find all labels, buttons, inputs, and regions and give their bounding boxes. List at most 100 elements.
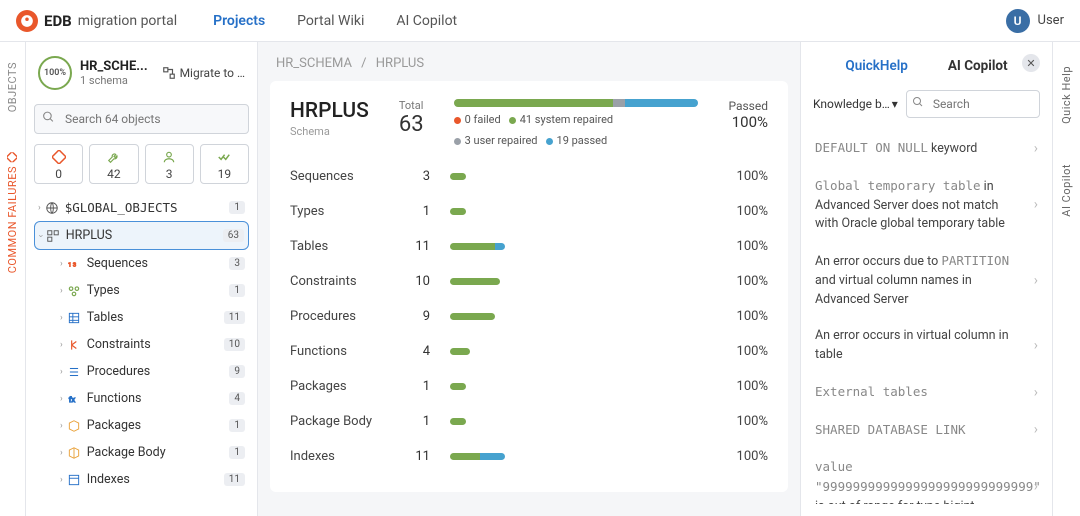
brand-suffix: migration portal — [78, 13, 177, 29]
row-types[interactable]: Types1100% — [290, 194, 768, 229]
functions-node[interactable]: ›fxFunctions4 — [34, 385, 249, 412]
constraints-node[interactable]: ›Constraints10 — [34, 331, 249, 358]
logo[interactable]: EDB migration portal — [16, 10, 177, 32]
row-procedures[interactable]: Procedures9100% — [290, 299, 768, 334]
kb-item-3[interactable]: An error occurs in virtual column in tab… — [813, 318, 1040, 374]
kb-item-5[interactable]: SHARED DATABASE LINK — [813, 412, 1040, 450]
legend: 0 failed 41 system repaired 3 user repai… — [454, 113, 699, 147]
row-tables[interactable]: Tables11100% — [290, 229, 768, 264]
sidebar: 100% HR_SCHE... 1 schema Migrate to … 04… — [26, 42, 258, 516]
indexes-node[interactable]: ›Indexes11 — [34, 466, 249, 493]
filter-chips: 042319 — [34, 144, 249, 184]
schema-title: HRPLUS — [290, 99, 369, 123]
right-rail: Quick Help AI Copilot — [1052, 42, 1080, 516]
migrate-button[interactable]: Migrate to … — [162, 66, 245, 80]
chevron-right-icon: › — [60, 340, 63, 350]
kb-item-4[interactable]: External tables — [813, 374, 1040, 412]
checks-icon — [217, 149, 231, 165]
filter-checks[interactable]: 19 — [200, 144, 249, 184]
kb-item-0[interactable]: DEFAULT ON NULL keyword — [813, 130, 1040, 168]
kb-item-2[interactable]: An error occurs due to PARTITION and vir… — [813, 243, 1040, 318]
nav-ai[interactable]: AI Copilot — [396, 13, 457, 29]
nav-tabs: Projects Portal Wiki AI Copilot — [213, 13, 457, 29]
chevron-down-icon: › — [35, 234, 45, 237]
project-header: 100% HR_SCHE... 1 schema Migrate to … — [34, 52, 249, 100]
tab-quickhelp[interactable]: QuickHelp — [845, 58, 907, 74]
tab-ai-copilot[interactable]: AI Copilot — [948, 58, 1008, 74]
main-panel: HR_SCHEMA / HRPLUS HRPLUS Schema Total 6… — [258, 42, 800, 516]
filter-person[interactable]: 3 — [145, 144, 194, 184]
types-node[interactable]: ›Types1 — [34, 277, 249, 304]
chevron-right-icon: › — [38, 203, 41, 213]
row-sequences[interactable]: Sequences3100% — [290, 159, 768, 194]
nav-projects[interactable]: Projects — [213, 13, 265, 29]
total-value: 63 — [399, 112, 424, 137]
globe-icon — [45, 201, 59, 215]
svg-text:1 3: 1 3 — [68, 262, 76, 268]
tab-common-failures[interactable]: COMMON FAILURES — [6, 152, 19, 273]
chevron-right-icon: › — [60, 286, 63, 296]
project-sub: 1 schema — [80, 74, 148, 87]
user-name: User — [1038, 13, 1064, 28]
search-icon — [42, 111, 55, 128]
chevron-right-icon: › — [60, 259, 63, 269]
chevron-right-icon: › — [60, 448, 63, 458]
row-packages[interactable]: Packages1100% — [290, 369, 768, 404]
breadcrumb: HR_SCHEMA / HRPLUS — [270, 52, 788, 81]
tree-hrplus[interactable]: › HRPLUS 63 — [34, 221, 249, 250]
row-constraints[interactable]: Constraints10100% — [290, 264, 768, 299]
row-indexes[interactable]: Indexes11100% — [290, 439, 768, 474]
rail-quickhelp[interactable]: Quick Help — [1060, 66, 1073, 124]
tab-objects[interactable]: OBJECTS — [6, 62, 19, 112]
progress-ring: 100% — [38, 56, 72, 90]
left-rail: OBJECTS COMMON FAILURES — [0, 42, 26, 516]
diamond-icon — [8, 152, 18, 162]
chevron-down-icon: ▾ — [892, 97, 898, 111]
kb-dropdown[interactable]: Knowledge b… ▾ — [813, 90, 898, 118]
project-title: HR_SCHE... — [80, 59, 148, 74]
tables-node[interactable]: ›Tables11 — [34, 304, 249, 331]
filter-wrench[interactable]: 42 — [89, 144, 138, 184]
row-package-body[interactable]: Package Body1100% — [290, 404, 768, 439]
rail-ai-copilot[interactable]: AI Copilot — [1060, 164, 1073, 217]
summary-bar — [454, 99, 699, 107]
passed-value: 100% — [728, 113, 768, 131]
passed-label: Passed — [728, 99, 768, 113]
wrench-icon — [107, 149, 121, 165]
person-icon — [162, 149, 176, 165]
user-box[interactable]: U User — [1006, 9, 1064, 33]
help-panel: QuickHelp AI Copilot ✕ Knowledge b… ▾ DE… — [800, 42, 1052, 516]
chevron-right-icon: › — [60, 367, 63, 377]
tree-global[interactable]: › $GLOBAL_OBJECTS 1 — [34, 194, 249, 221]
logo-icon — [16, 10, 38, 32]
packages-node[interactable]: ›Packages1 — [34, 412, 249, 439]
kb-item-1[interactable]: Global temporary table in Advanced Serve… — [813, 168, 1040, 243]
search-icon — [912, 96, 924, 112]
chevron-right-icon: › — [60, 313, 63, 323]
help-search-input[interactable] — [906, 90, 1040, 118]
kb-item-6[interactable]: value "9999999999999999999999999999" is … — [813, 449, 1040, 504]
migrate-icon — [162, 66, 176, 80]
search-input[interactable] — [34, 104, 249, 134]
topbar: EDB migration portal Projects Portal Wik… — [0, 0, 1080, 42]
crumb-root[interactable]: HR_SCHEMA — [276, 56, 352, 71]
diamond-icon — [52, 149, 66, 165]
schema-panel: HRPLUS Schema Total 63 0 failed 41 syste… — [270, 81, 788, 492]
chevron-right-icon: › — [60, 394, 63, 404]
total-label: Total — [399, 99, 424, 112]
avatar: U — [1006, 9, 1030, 33]
nav-wiki[interactable]: Portal Wiki — [297, 13, 364, 29]
object-tree: › $GLOBAL_OBJECTS 1 › HRPLUS 63 ›1 3Sequ… — [34, 194, 249, 506]
sequences-node[interactable]: ›1 3Sequences3 — [34, 250, 249, 277]
filter-diamond[interactable]: 0 — [34, 144, 83, 184]
schema-icon — [46, 229, 60, 243]
row-functions[interactable]: Functions4100% — [290, 334, 768, 369]
chevron-right-icon: › — [60, 475, 63, 485]
close-help-button[interactable]: ✕ — [1022, 54, 1040, 72]
crumb-current: HRPLUS — [376, 56, 424, 71]
search-box — [34, 104, 249, 134]
procedures-node[interactable]: ›Procedures9 — [34, 358, 249, 385]
chevron-right-icon: › — [60, 421, 63, 431]
package-body-node[interactable]: ›Package Body1 — [34, 439, 249, 466]
brand-name: EDB — [44, 12, 72, 30]
